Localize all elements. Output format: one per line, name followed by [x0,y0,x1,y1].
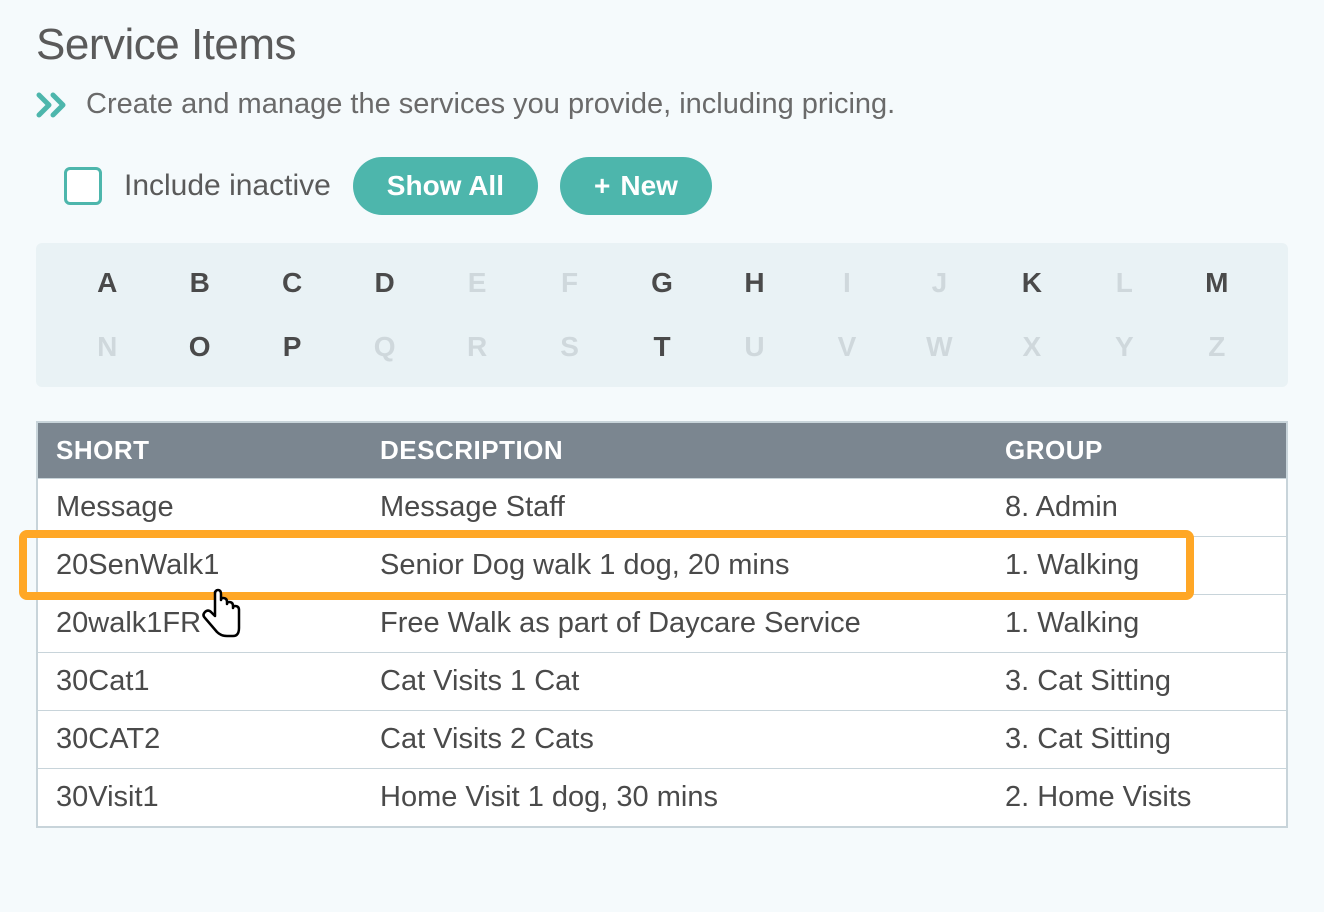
table-row[interactable]: MessageMessage Staff8. Admin [37,478,1287,536]
new-label: New [620,169,678,203]
show-all-button[interactable]: Show All [353,157,538,215]
alpha-letter-f: F [528,267,610,299]
cell-group: 8. Admin [987,478,1287,536]
alpha-letter-v: V [806,331,888,363]
page-title: Service Items [36,20,1288,70]
toolbar: Include inactive Show All + New [36,157,1288,215]
alpha-letter-d[interactable]: D [343,267,425,299]
table-row[interactable]: 30Visit1Home Visit 1 dog, 30 mins2. Home… [37,768,1287,827]
col-header-short[interactable]: SHORT [37,422,362,479]
cell-description: Free Walk as part of Daycare Service [362,594,987,652]
alpha-letter-c[interactable]: C [251,267,333,299]
cell-description: Cat Visits 2 Cats [362,710,987,768]
alpha-letter-w: W [898,331,980,363]
cell-group: 3. Cat Sitting [987,710,1287,768]
alpha-letter-z: Z [1176,331,1258,363]
alpha-letter-k[interactable]: K [991,267,1073,299]
alpha-letter-j: J [898,267,980,299]
cell-short: 20SenWalk1 [37,536,362,594]
table-row[interactable]: 20walk1FRFree Walk as part of Daycare Se… [37,594,1287,652]
cell-group: 3. Cat Sitting [987,652,1287,710]
cell-group: 2. Home Visits [987,768,1287,827]
alpha-filter: ABCDEFGHIJKLM NOPQRSTUVWXYZ [36,243,1288,387]
alpha-letter-g[interactable]: G [621,267,703,299]
page-subtitle-row: Create and manage the services you provi… [36,88,1288,121]
alpha-letter-a[interactable]: A [66,267,148,299]
cell-group: 1. Walking [987,594,1287,652]
service-items-table: SHORT DESCRIPTION GROUP MessageMessage S… [36,421,1288,828]
alpha-letter-n: N [66,331,148,363]
alpha-letter-m[interactable]: M [1176,267,1258,299]
table-row[interactable]: 20SenWalk1Senior Dog walk 1 dog, 20 mins… [37,536,1287,594]
alpha-letter-p[interactable]: P [251,331,333,363]
alpha-letter-x: X [991,331,1073,363]
cell-description: Home Visit 1 dog, 30 mins [362,768,987,827]
new-button[interactable]: + New [560,157,712,215]
chevrons-right-icon [36,92,70,118]
cell-group: 1. Walking [987,536,1287,594]
cell-short: 30Cat1 [37,652,362,710]
cell-description: Senior Dog walk 1 dog, 20 mins [362,536,987,594]
show-all-label: Show All [387,169,504,203]
plus-icon: + [594,169,610,203]
include-inactive-checkbox[interactable] [64,167,102,205]
cell-short: 30CAT2 [37,710,362,768]
alpha-letter-s: S [528,331,610,363]
page-subtitle: Create and manage the services you provi… [86,88,895,121]
table-row[interactable]: 30Cat1Cat Visits 1 Cat3. Cat Sitting [37,652,1287,710]
alpha-letter-h[interactable]: H [713,267,795,299]
alpha-letter-e: E [436,267,518,299]
cell-description: Cat Visits 1 Cat [362,652,987,710]
alpha-letter-t[interactable]: T [621,331,703,363]
include-inactive-label: Include inactive [124,169,331,203]
col-header-group[interactable]: GROUP [987,422,1287,479]
alpha-letter-r: R [436,331,518,363]
table-header-row: SHORT DESCRIPTION GROUP [37,422,1287,479]
cell-short: 20walk1FR [37,594,362,652]
cell-description: Message Staff [362,478,987,536]
alpha-letter-q: Q [343,331,425,363]
col-header-description[interactable]: DESCRIPTION [362,422,987,479]
table-row[interactable]: 30CAT2Cat Visits 2 Cats3. Cat Sitting [37,710,1287,768]
alpha-letter-y: Y [1083,331,1165,363]
alpha-letter-i: I [806,267,888,299]
cell-short: Message [37,478,362,536]
alpha-letter-o[interactable]: O [158,331,240,363]
table-wrapper: SHORT DESCRIPTION GROUP MessageMessage S… [36,421,1288,828]
alpha-letter-l: L [1083,267,1165,299]
alpha-letter-b[interactable]: B [158,267,240,299]
alpha-letter-u: U [713,331,795,363]
cell-short: 30Visit1 [37,768,362,827]
